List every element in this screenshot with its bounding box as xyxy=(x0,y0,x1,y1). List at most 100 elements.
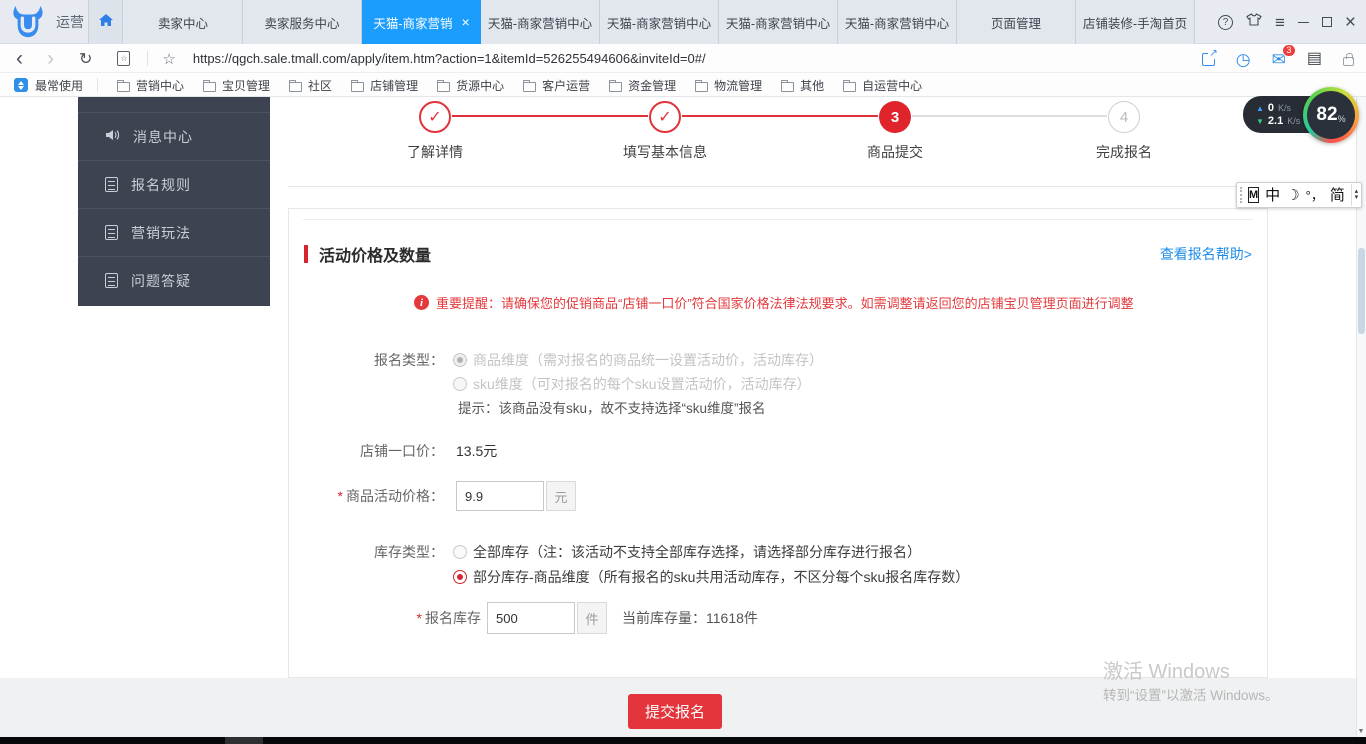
document-icon xyxy=(105,177,118,192)
folder-icon xyxy=(289,82,302,92)
help-link[interactable]: 查看报名帮助> xyxy=(1160,244,1252,264)
tab-shop-decoration[interactable]: 店铺装修-手淘首页 xyxy=(1076,0,1195,44)
tab-tmall-marketing-center-3[interactable]: 天猫-商家营销中心 xyxy=(719,0,838,44)
ime-charset-toggle[interactable]: 简 xyxy=(1330,188,1345,203)
address-bar: ‹ › ↻ ☆ ☆ https://qgch.sale.tmall.com/ap… xyxy=(0,45,1366,73)
clock-icon[interactable]: ◷ xyxy=(1236,51,1251,68)
url-text[interactable]: https://qgch.sale.tmall.com/apply/item.h… xyxy=(193,51,706,66)
stock-input[interactable] xyxy=(487,602,575,634)
skin-icon[interactable] xyxy=(1246,13,1262,31)
radio-sku-dimension[interactable] xyxy=(453,377,467,391)
feed-card-icon[interactable]: ▤ xyxy=(1307,51,1322,67)
ime-mode-icon[interactable]: M xyxy=(1248,187,1259,203)
radio-product-dimension[interactable] xyxy=(453,353,467,367)
sidebar-item-message-center[interactable]: 消息中心 xyxy=(78,112,270,160)
home-tab[interactable] xyxy=(88,0,123,44)
folder-icon xyxy=(117,82,130,92)
stock-type-row-1: 库存类型： 全部库存（注：该活动不支持全部库存选择，请选择部分库存进行报名） xyxy=(304,544,1252,560)
step-1-label: 了解详情 xyxy=(355,142,515,162)
sidebar-item-qa[interactable]: 问题答疑 xyxy=(78,256,270,304)
tab-tmall-marketing-active[interactable]: 天猫-商家营销 × xyxy=(362,0,481,44)
stock-type-label: 库存类型： xyxy=(304,542,444,562)
folder-icon xyxy=(843,82,856,92)
mail-badge: 3 xyxy=(1282,44,1296,57)
step-2-label: 填写基本信息 xyxy=(585,142,745,162)
tab-tmall-marketing-center-4[interactable]: 天猫-商家营销中心 xyxy=(838,0,957,44)
warning-banner: i 重要提醒：请确保您的促销商品“店铺一口价”符合国家价格法律法规要求。如需调整… xyxy=(414,293,1134,312)
tab-seller-center[interactable]: 卖家中心 xyxy=(124,0,243,44)
tab-close-icon[interactable]: × xyxy=(461,15,469,29)
tab-tmall-marketing-center-2[interactable]: 天猫-商家营销中心 xyxy=(600,0,719,44)
help-icon[interactable]: ? xyxy=(1218,15,1233,30)
step-1-circle: ✓ xyxy=(419,101,451,133)
minimize-icon[interactable] xyxy=(1298,22,1309,23)
option-sku-dimension-label: sku维度（可对报名的每个sku设置活动价，活动库存） xyxy=(473,374,811,394)
radio-partial-stock[interactable] xyxy=(453,570,467,584)
sidebar: 消息中心 报名规则 营销玩法 问题答疑 xyxy=(78,97,270,306)
activity-price-label: *商品活动价格： xyxy=(304,486,444,506)
bookmark-star-icon[interactable]: ☆ xyxy=(162,50,175,68)
ime-expand-icon[interactable]: ▴▾ xyxy=(1351,184,1361,206)
warning-text: 重要提醒：请确保您的促销商品“店铺一口价”符合国家价格法律法规要求。如需调整请返… xyxy=(436,293,1134,312)
activity-price-row: *商品活动价格： 元 xyxy=(304,481,1252,511)
step-2-circle: ✓ xyxy=(649,101,681,133)
bookmark-item-management[interactable]: 宝贝管理 xyxy=(203,77,270,94)
reading-mode-icon[interactable]: ☆ xyxy=(117,51,130,66)
most-used-label[interactable]: 最常使用 xyxy=(35,77,83,94)
bookmark-customer-ops[interactable]: 客户运营 xyxy=(523,77,590,94)
mail-icon[interactable]: ✉3 xyxy=(1272,51,1286,68)
back-icon[interactable]: ‹ xyxy=(16,48,23,69)
ime-toolbar: M 中 ☽ °， 简 ▴▾ xyxy=(1236,182,1362,208)
scrollbar-thumb[interactable] xyxy=(1358,248,1365,334)
ime-punct-toggle[interactable]: °， xyxy=(1306,189,1324,202)
step-4-circle: 4 xyxy=(1108,101,1140,133)
sidebar-item-apply-rules[interactable]: 报名规则 xyxy=(78,160,270,208)
folder-icon xyxy=(609,82,622,92)
download-arrow-icon: ▼ xyxy=(1256,117,1264,126)
share-icon[interactable] xyxy=(1202,53,1215,66)
windows-watermark-line2: 转到“设置”以激活 Windows。 xyxy=(1103,684,1279,704)
section-marker xyxy=(304,245,308,263)
lock-icon[interactable] xyxy=(1343,57,1354,66)
bookmark-funds-management[interactable]: 资金管理 xyxy=(609,77,676,94)
step-connector xyxy=(912,115,1107,117)
bookmark-self-operation-center[interactable]: 自运营中心 xyxy=(843,77,922,94)
current-stock-text: 当前库存量：11618件 xyxy=(622,608,758,628)
folder-icon xyxy=(351,82,364,92)
activity-price-unit: 元 xyxy=(546,481,576,511)
bookmark-marketing-center[interactable]: 营销中心 xyxy=(117,77,184,94)
stock-label: *报名库存 xyxy=(304,608,487,628)
ime-lang-toggle[interactable]: 中 xyxy=(1265,188,1280,203)
bookmark-logistics-management[interactable]: 物流管理 xyxy=(695,77,762,94)
most-used-icon[interactable] xyxy=(14,78,28,92)
folder-icon xyxy=(523,82,536,92)
menu-icon[interactable]: ≡ xyxy=(1275,14,1285,31)
score-gauge-inner: 82 % xyxy=(1307,91,1355,139)
stock-type-row-2: 部分库存-商品维度（所有报名的sku共用活动库存，不区分每个sku报名库存数） xyxy=(304,569,1252,585)
score-gauge[interactable]: 82 % xyxy=(1303,87,1359,143)
folder-icon xyxy=(203,82,216,92)
activity-price-input[interactable] xyxy=(456,481,544,511)
bookmark-supply-center[interactable]: 货源中心 xyxy=(437,77,504,94)
divider xyxy=(303,219,1253,220)
tab-seller-service-center[interactable]: 卖家服务中心 xyxy=(243,0,362,44)
qianniu-bull-logo-icon xyxy=(9,5,47,44)
refresh-icon[interactable]: ↻ xyxy=(79,49,92,69)
radio-all-stock[interactable] xyxy=(453,545,467,559)
bookmark-community[interactable]: 社区 xyxy=(289,77,332,94)
scrollbar-down-icon[interactable]: ▼ xyxy=(1356,726,1366,737)
speaker-icon xyxy=(105,128,120,145)
submit-button[interactable]: 提交报名 xyxy=(628,694,722,729)
ime-halfwidth-icon[interactable]: ☽ xyxy=(1286,188,1299,203)
bookmark-other[interactable]: 其他 xyxy=(781,77,824,94)
check-icon: ✓ xyxy=(658,107,671,127)
apply-type-label: 报名类型： xyxy=(304,350,444,370)
tab-page-management[interactable]: 页面管理 xyxy=(957,0,1076,44)
restore-icon[interactable] xyxy=(1322,17,1332,27)
tab-tmall-marketing-center-1[interactable]: 天猫-商家营销中心 xyxy=(481,0,600,44)
close-window-icon[interactable]: × xyxy=(1345,13,1356,32)
sidebar-item-marketing-play[interactable]: 营销玩法 xyxy=(78,208,270,256)
bookmark-shop-management[interactable]: 店铺管理 xyxy=(351,77,418,94)
forward-icon[interactable]: › xyxy=(47,48,54,69)
ime-drag-handle[interactable] xyxy=(1240,187,1242,203)
